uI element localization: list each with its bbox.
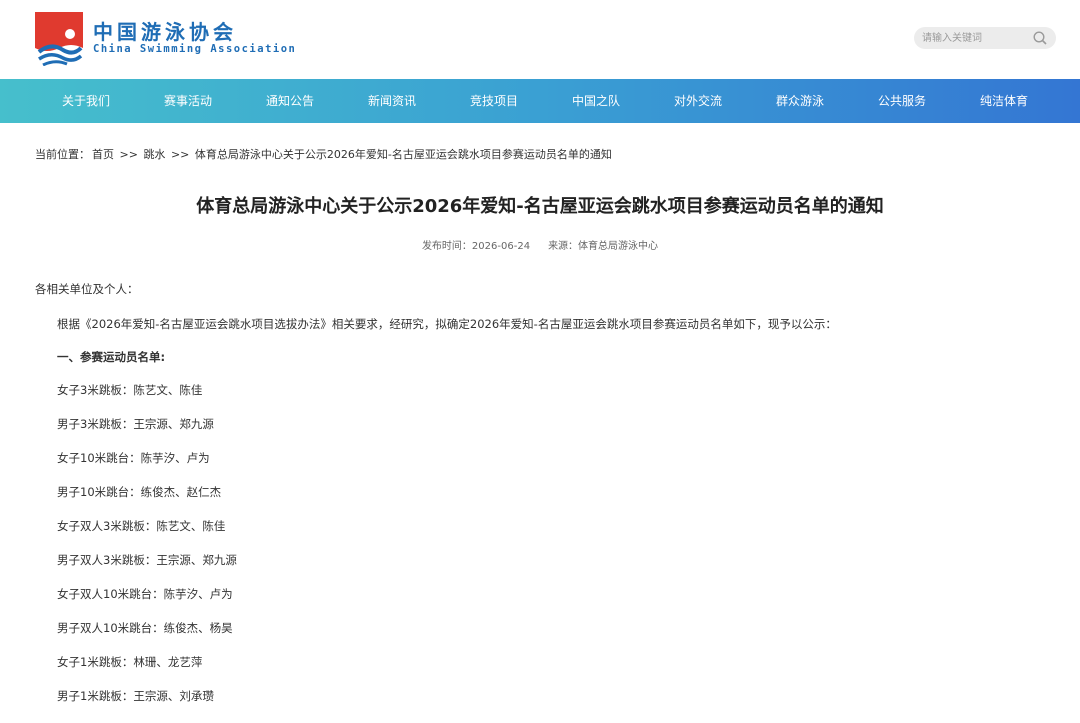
list-item: 女子3米跳板：陈艺文、陈佳 (57, 383, 203, 397)
nav-item-clean-sport[interactable]: 纯洁体育 (953, 79, 1055, 123)
main-nav: 关于我们 赛事活动 通知公告 新闻资讯 竞技项目 中国之队 对外交流 群众游泳 … (0, 79, 1080, 123)
list-item: 男子双人10米跳台：练俊杰、杨昊 (57, 621, 233, 635)
nav-item-national-team[interactable]: 中国之队 (545, 79, 647, 123)
nav-item-about[interactable]: 关于我们 (35, 79, 137, 123)
site-header: 中国游泳协会 China Swimming Association (0, 0, 1080, 79)
breadcrumb-category-link[interactable]: 跳水 (143, 148, 165, 161)
nav-item-notices[interactable]: 通知公告 (239, 79, 341, 123)
article-source: 来源：体育总局游泳中心 (548, 241, 659, 252)
logo-swimmer-icon (35, 12, 83, 66)
list-item: 男子3米跳板：王宗源、郑九源 (57, 417, 214, 431)
logo-english-name: China Swimming Association (93, 43, 297, 55)
search-box (914, 27, 1056, 49)
intro-paragraph: 根据《2026年爱知-名古屋亚运会跳水项目选拔办法》相关要求，经研究，拟确定20… (57, 317, 837, 331)
list-item: 女子双人10米跳台：陈芋汐、卢为 (57, 587, 233, 601)
breadcrumb-separator: >> (170, 148, 190, 161)
breadcrumb: 当前位置： 首页 >> 跳水 >> 体育总局游泳中心关于公示2026年爱知-名古屋… (35, 146, 614, 162)
list-item: 男子双人3米跳板：王宗源、郑九源 (57, 553, 237, 567)
nav-item-exchange[interactable]: 对外交流 (647, 79, 749, 123)
list-item: 女子10米跳台：陈芋汐、卢为 (57, 451, 210, 465)
logo-chinese-name: 中国游泳协会 (93, 20, 237, 44)
breadcrumb-separator: >> (119, 148, 138, 161)
nav-item-competitive[interactable]: 竞技项目 (443, 79, 545, 123)
article-meta: 发布时间：2026-06-24 来源：体育总局游泳中心 (0, 237, 1080, 252)
nav-item-public-service[interactable]: 公共服务 (851, 79, 953, 123)
nav-item-events[interactable]: 赛事活动 (137, 79, 239, 123)
athlete-list: 女子3米跳板：陈艺文、陈佳 男子3米跳板：王宗源、郑九源 女子10米跳台：陈芋汐… (57, 383, 237, 723)
article-title: 体育总局游泳中心关于公示2026年爱知-名古屋亚运会跳水项目参赛运动员名单的通知 (196, 196, 884, 217)
breadcrumb-home-link[interactable]: 首页 (92, 148, 114, 161)
section-heading: 一、参赛运动员名单: (57, 350, 166, 364)
nav-item-news[interactable]: 新闻资讯 (341, 79, 443, 123)
nav-item-public-swimming[interactable]: 群众游泳 (749, 79, 851, 123)
list-item: 女子双人3米跳板：陈艺文、陈佳 (57, 519, 226, 533)
search-icon[interactable] (1032, 30, 1048, 46)
list-item: 女子1米跳板：林珊、龙艺萍 (57, 655, 203, 669)
breadcrumb-prefix: 当前位置： (35, 148, 90, 161)
search-input[interactable] (922, 27, 1030, 49)
list-item: 男子1米跳板：王宗源、刘承瓒 (57, 689, 214, 703)
breadcrumb-current: 体育总局游泳中心关于公示2026年爱知-名古屋亚运会跳水项目参赛运动员名单的通知 (194, 148, 612, 161)
list-item: 男子10米跳台：练俊杰、赵仁杰 (57, 485, 222, 499)
site-logo[interactable]: 中国游泳协会 China Swimming Association (35, 12, 295, 68)
publish-time: 发布时间：2026-06-24 (421, 241, 531, 252)
greeting-text: 各相关单位及个人： (35, 282, 139, 296)
